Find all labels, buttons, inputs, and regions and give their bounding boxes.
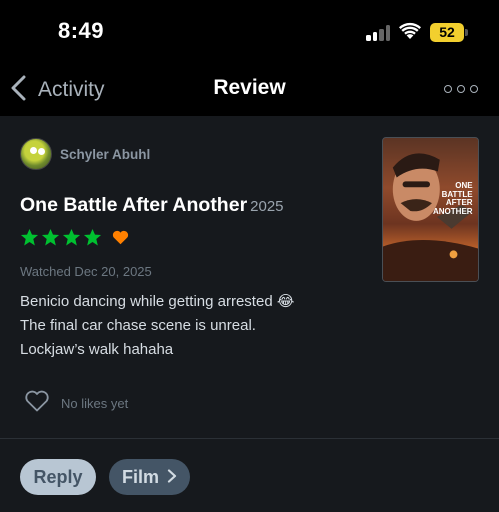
film-title[interactable]: One Battle After Another: [20, 194, 247, 216]
star-icon: [41, 228, 60, 246]
star-rating: [20, 228, 129, 247]
film-poster[interactable]: ONE BATTLE AFTER ANOTHER: [382, 137, 479, 282]
review-author[interactable]: Schyler Abuhl: [20, 138, 150, 170]
watched-date: Watched Dec 20, 2025: [20, 264, 152, 279]
more-icon[interactable]: [444, 81, 478, 97]
status-bar: 8:49 52: [0, 0, 499, 64]
likes-count: No likes yet: [61, 396, 129, 411]
review-line: The final car chase scene is unreal.: [20, 317, 256, 334]
film-heading: One Battle After Another 2025: [20, 194, 284, 217]
author-name[interactable]: Schyler Abuhl: [60, 147, 150, 162]
nav-bar: Activity Review: [0, 64, 499, 116]
star-icon: [62, 228, 81, 246]
like-heart-icon[interactable]: [24, 389, 50, 418]
review-body: Benicio dancing while getting arrested 😂…: [20, 290, 294, 362]
wifi-icon: [399, 22, 421, 40]
review-line: Benicio dancing while getting arrested 😂: [20, 293, 295, 310]
battery-tip: [465, 29, 468, 36]
battery-icon: 52: [430, 23, 464, 42]
review-card: Schyler Abuhl One Battle After Another 20…: [0, 116, 499, 512]
likes-row: No likes yet: [24, 389, 128, 418]
star-icon: [20, 228, 39, 246]
reply-button[interactable]: Reply: [20, 459, 96, 495]
page-title: Review: [213, 76, 286, 99]
film-year: 2025: [250, 198, 284, 215]
chevron-right-icon: [159, 467, 177, 488]
film-button[interactable]: Film: [109, 459, 190, 495]
star-icon: [83, 228, 102, 246]
film-label: Film: [121, 466, 159, 487]
status-time: 8:49: [58, 18, 105, 43]
review-line: Lockjaw’s walk hahaha: [20, 341, 174, 358]
poster-title: ONE BATTLE AFTER ANOTHER: [433, 181, 473, 216]
divider: [0, 438, 499, 439]
avatar[interactable]: [20, 138, 52, 170]
heart-icon: [112, 230, 129, 245]
cellular-signal-icon: [366, 25, 392, 41]
reply-label: Reply: [33, 466, 83, 487]
